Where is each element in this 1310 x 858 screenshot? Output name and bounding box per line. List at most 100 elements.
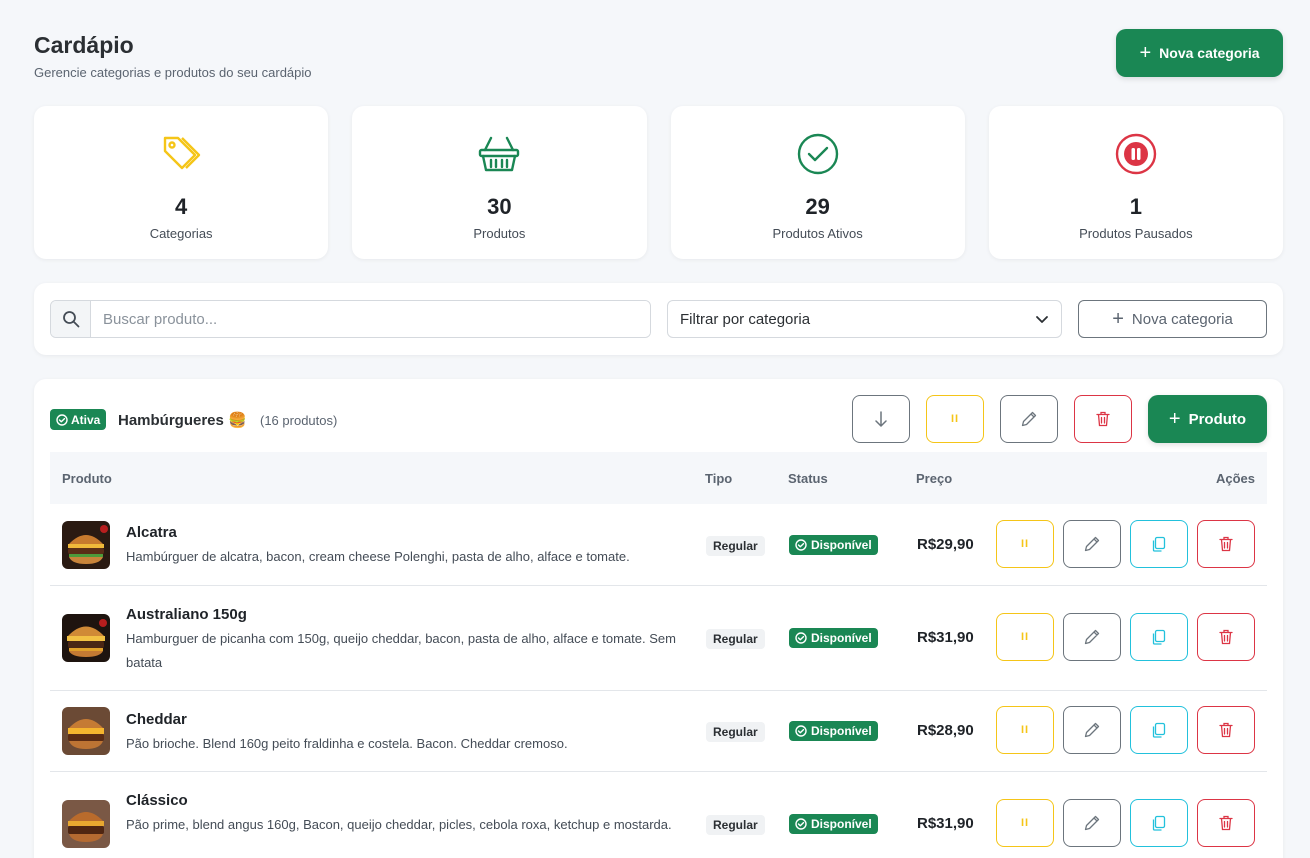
delete-product-button[interactable] (1197, 706, 1255, 754)
stat-card-categories: 4 Categorias (34, 106, 329, 259)
category-header: Ativa Hambúrgueres 🍔 (16 produtos) II + … (50, 395, 1267, 443)
header-product: Produto (62, 471, 112, 486)
pause-product-button[interactable]: II (996, 520, 1054, 568)
duplicate-product-button[interactable] (1130, 613, 1188, 661)
category-name: Hambúrgueres 🍔 (118, 412, 247, 429)
pause-product-button[interactable]: II (996, 799, 1054, 847)
search-input[interactable] (91, 301, 650, 337)
trash-icon (1096, 411, 1110, 427)
status-label: Disponível (811, 538, 872, 552)
plus-icon: + (1112, 308, 1124, 330)
table-row: Clássico Pão prime, blend angus 160g, Ba… (50, 772, 1267, 858)
edit-product-button[interactable] (1063, 520, 1121, 568)
product-thumbnail (62, 521, 110, 569)
delete-product-button[interactable] (1197, 799, 1255, 847)
header-actions: Ações (1215, 471, 1255, 486)
category-filter-value: Filtrar por categoria (680, 310, 811, 328)
product-name: Clássico (126, 792, 188, 809)
duplicate-product-button[interactable] (1130, 520, 1188, 568)
status-label: Disponível (811, 817, 872, 831)
edit-product-button[interactable] (1063, 799, 1121, 847)
product-description: Hambúrguer de alcatra, bacon, cream chee… (126, 549, 630, 564)
page-header: Cardápio Gerencie categorias e produtos … (34, 0, 1283, 104)
edit-product-button[interactable] (1063, 613, 1121, 661)
type-badge: Regular (706, 722, 765, 742)
stat-value: 1 (1129, 194, 1142, 219)
row-actions: II (996, 706, 1255, 754)
status-label: Disponível (811, 631, 872, 645)
add-product-button[interactable]: + Produto (1148, 395, 1267, 443)
new-category-button[interactable]: + Nova categoria (1116, 29, 1283, 77)
basket-icon (479, 136, 520, 172)
row-actions: II (996, 799, 1255, 847)
table-row: Cheddar Pão brioche. Blend 160g peito fr… (50, 691, 1267, 772)
product-price: R$31,90 (917, 815, 974, 832)
row-actions: II (996, 613, 1255, 661)
delete-product-button[interactable] (1197, 520, 1255, 568)
stat-card-active: 29 Produtos Ativos (670, 106, 965, 259)
burger-photo (62, 707, 110, 755)
category-filter-select[interactable]: Filtrar por categoria (667, 300, 1062, 338)
product-price: R$28,90 (917, 722, 974, 739)
delete-category-button[interactable] (1074, 395, 1132, 443)
stats-row: 4 Categorias 30 Produtos 29 Produtos Ati… (34, 106, 1283, 259)
status-label: Disponível (811, 724, 872, 738)
check-circle-icon (795, 632, 807, 644)
duplicate-product-button[interactable] (1130, 799, 1188, 847)
product-description: Pão prime, blend angus 160g, Bacon, quei… (126, 817, 672, 832)
trash-icon (1219, 536, 1233, 552)
row-actions: II (996, 520, 1255, 568)
product-thumbnail (62, 614, 110, 662)
product-name: Cheddar (126, 711, 187, 728)
page-subtitle: Gerencie categorias e produtos do seu ca… (34, 65, 312, 80)
plus-icon: + (1139, 42, 1152, 64)
stat-label: Produtos (473, 226, 526, 241)
product-price: R$31,90 (917, 629, 974, 646)
header-status: Status (788, 471, 828, 486)
pause-icon: II (1020, 631, 1030, 643)
product-description: Pão brioche. Blend 160g peito fraldinha … (126, 736, 568, 751)
arrow-down-icon (875, 411, 887, 427)
delete-product-button[interactable] (1197, 613, 1255, 661)
trash-icon (1219, 629, 1233, 645)
new-category-outline-label: Nova categoria (1131, 310, 1233, 328)
tags-icon (163, 136, 201, 170)
filter-bar: Filtrar por categoria + Nova categoria (34, 283, 1283, 355)
header-type: Tipo (705, 471, 733, 486)
burger-photo (62, 800, 110, 848)
collapse-category-button[interactable] (852, 395, 910, 443)
check-circle-icon (795, 725, 807, 737)
category-actions: II + Produto (852, 395, 1267, 443)
table-row: Alcatra Hambúrguer de alcatra, bacon, cr… (50, 504, 1267, 586)
product-name: Alcatra (126, 524, 177, 541)
type-badge: Regular (706, 629, 765, 649)
category-panel: Ativa Hambúrgueres 🍔 (16 produtos) II + … (34, 379, 1283, 858)
edit-category-button[interactable] (1000, 395, 1058, 443)
search-addon (51, 301, 91, 337)
new-category-outline-button[interactable]: + Nova categoria (1078, 300, 1267, 338)
duplicate-product-button[interactable] (1130, 706, 1188, 754)
stat-label: Categorias (149, 226, 213, 241)
copy-icon (1152, 536, 1166, 552)
status-badge: Disponível (789, 721, 878, 741)
status-badge: Disponível (789, 535, 878, 555)
copy-icon (1152, 815, 1166, 831)
edit-product-button[interactable] (1063, 706, 1121, 754)
status-badge: Disponível (789, 628, 878, 648)
pencil-icon (1084, 815, 1100, 831)
type-badge: Regular (706, 815, 765, 835)
pause-product-button[interactable]: II (996, 706, 1054, 754)
check-circle-icon (795, 818, 807, 830)
pencil-icon (1084, 722, 1100, 738)
pause-icon: II (1020, 724, 1030, 736)
product-thumbnail (62, 800, 110, 848)
pause-circle-icon (1115, 133, 1157, 175)
pause-product-button[interactable]: II (996, 613, 1054, 661)
product-description: Hamburguer de picanha com 150g, queijo c… (126, 631, 676, 670)
category-status-label: Ativa (71, 412, 101, 427)
page-title: Cardápio (34, 32, 134, 58)
pause-category-button[interactable]: II (926, 395, 984, 443)
category-status-badge: Ativa (50, 409, 107, 430)
stat-value: 4 (175, 194, 188, 219)
search-icon (62, 311, 79, 328)
